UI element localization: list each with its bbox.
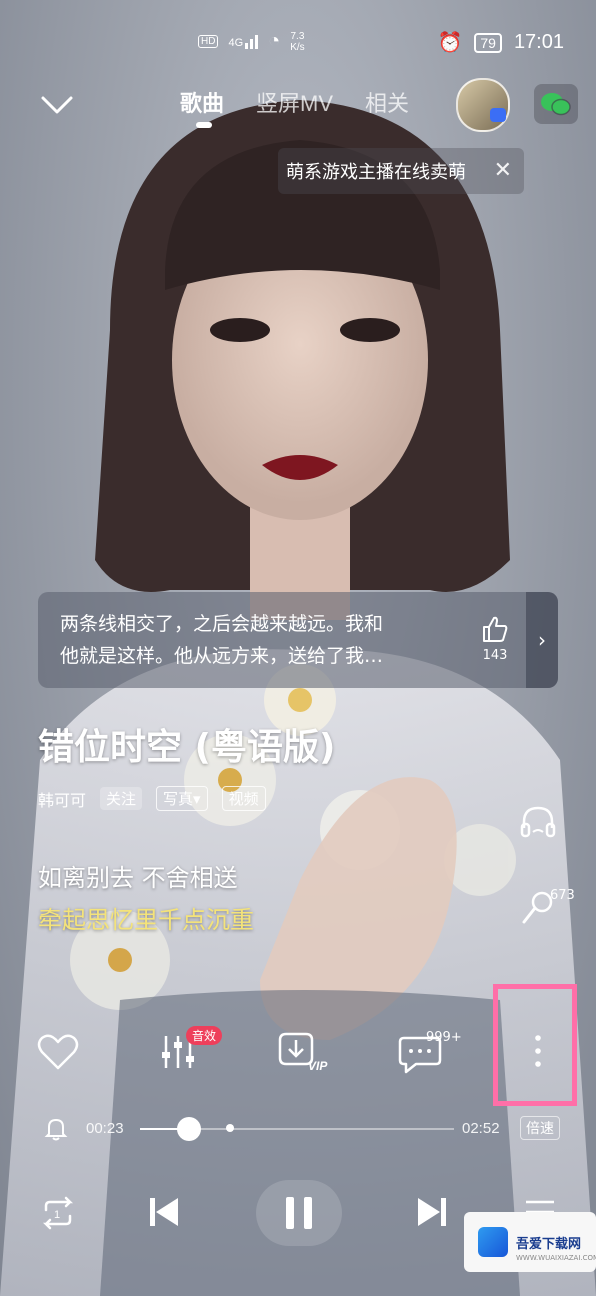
artist-name[interactable]: 韩可可 [38, 787, 86, 811]
live-badge-icon [490, 108, 506, 122]
highlight-box [493, 984, 577, 1106]
current-time: 00:23 [86, 1120, 124, 1137]
comment-count: 999+ [426, 1030, 462, 1045]
chevron-down-icon[interactable] [40, 88, 74, 122]
svg-text:1: 1 [54, 1209, 60, 1221]
sound-effect-badge: 音效 [186, 1026, 223, 1045]
active-tab-indicator [196, 122, 212, 128]
total-time: 02:52 [462, 1120, 500, 1137]
status-bar: HD 4G ◔ 7.3 K/s ⏰ 79 17:01 [0, 0, 596, 78]
heart-icon[interactable] [36, 1030, 80, 1074]
thumbs-up-icon[interactable] [480, 614, 510, 644]
buffer-marker [226, 1124, 234, 1132]
clock: 17:01 [513, 31, 564, 53]
tab-vertical-mv[interactable]: 竖屏MV [256, 86, 333, 118]
wifi-icon: ◔ [268, 30, 281, 52]
follow-button[interactable]: 关注 [100, 787, 143, 810]
seek-bar[interactable] [140, 1117, 454, 1141]
signal-icon: 4G [228, 34, 259, 49]
site-logo-icon [478, 1227, 508, 1257]
previous-icon[interactable] [146, 1194, 182, 1230]
next-icon[interactable] [414, 1194, 450, 1230]
network-speed: 7.3 K/s [290, 30, 305, 53]
bell-icon[interactable] [44, 1116, 68, 1142]
song-meta: 韩可可 关注 写真▾ 视频 [38, 786, 266, 811]
tab-song[interactable]: 歌曲 [180, 86, 224, 118]
lyric-current[interactable]: 牵起思忆里千点沉重 [38, 900, 254, 935]
song-title: 错位时空 (粤语版) [38, 727, 336, 768]
alarm-icon: ⏰ [437, 32, 463, 54]
seek-knob[interactable] [176, 1117, 201, 1141]
player-screen: HD 4G ◔ 7.3 K/s ⏰ 79 17:01 歌曲 竖屏MV 相关 萌系… [0, 0, 596, 1296]
close-icon[interactable]: ✕ [494, 158, 512, 183]
promo-text: 萌系游戏主播在线卖萌 [286, 162, 466, 183]
comment-text: 两条线相交了，之后会越来越远。我和 他就是这样。他从远方来，送给了我… [60, 613, 384, 667]
battery-indicator: 79 [474, 32, 502, 53]
site-watermark: 吾爱下载网 WWW.WUAIXIAZAI.COM [464, 1212, 596, 1272]
pause-icon [286, 1197, 312, 1229]
video-button[interactable]: 视频 [221, 786, 266, 811]
like-count: 143 [482, 648, 508, 663]
chevron-right-icon[interactable]: › [526, 592, 558, 688]
hd-icon: HD [198, 35, 219, 48]
hot-comment-card[interactable]: 两条线相交了，之后会越来越远。我和 他就是这样。他从远方来，送给了我… 143 … [38, 592, 558, 688]
player-tabs: 歌曲 竖屏MV 相关 [180, 86, 409, 118]
vip-label: VIP [308, 1059, 328, 1072]
progress-row: 00:23 02:52 倍速 [0, 1112, 596, 1146]
tab-related[interactable]: 相关 [365, 86, 409, 118]
karaoke-count: 673 [550, 888, 575, 903]
headphones-icon[interactable] [518, 802, 558, 842]
photo-button[interactable]: 写真▾ [156, 786, 208, 811]
avatar[interactable] [456, 78, 510, 132]
lyric-previous[interactable]: 如离别去 不舍相送 [38, 858, 238, 893]
download-vip-icon[interactable]: VIP [278, 1028, 332, 1072]
playback-speed-button[interactable]: 倍速 [520, 1116, 560, 1140]
player-top-bar: 歌曲 竖屏MV 相关 [0, 78, 596, 138]
wechat-share-icon[interactable] [534, 84, 578, 124]
promo-banner[interactable]: 萌系游戏主播在线卖萌 ✕ [278, 148, 524, 194]
repeat-one-icon[interactable]: 1 [40, 1196, 76, 1230]
network-type: 4G [228, 36, 244, 49]
watermark-name: 吾爱下载网 [516, 1236, 582, 1252]
watermark-url: WWW.WUAIXIAZAI.COM [516, 1254, 596, 1262]
